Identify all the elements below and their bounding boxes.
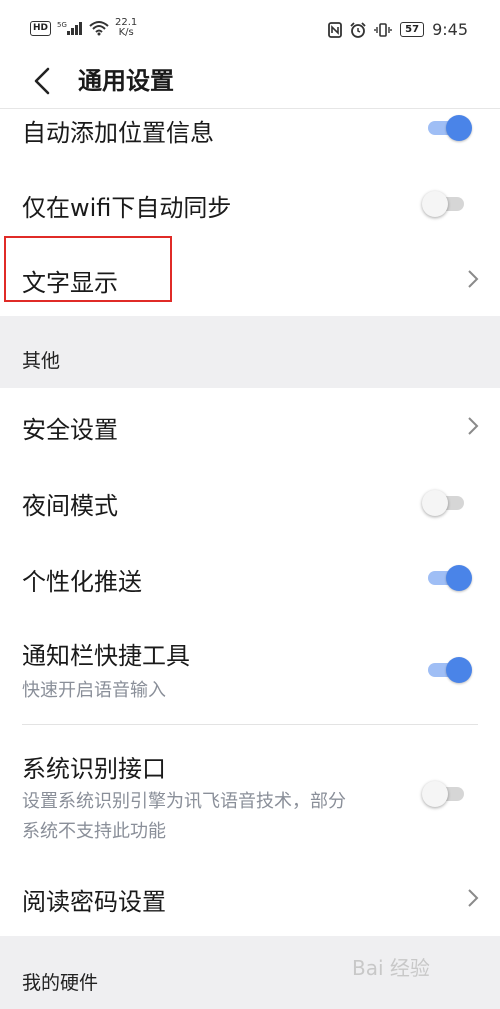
toggle-knob: [422, 490, 448, 516]
back-arrow-icon[interactable]: [28, 64, 58, 98]
location-toggle[interactable]: [428, 115, 472, 141]
clock: 9:45: [432, 20, 468, 39]
section-other: 其他: [0, 316, 500, 388]
page-title: 通用设置: [78, 67, 174, 95]
section-title: 我的硬件: [22, 972, 99, 994]
speed-unit: K/s: [118, 27, 134, 38]
status-left: HD 5G 22.1 K/s: [30, 18, 137, 38]
vibrate-icon: [374, 22, 392, 37]
toggle-knob: [446, 115, 472, 141]
wifi-icon: [89, 21, 109, 36]
section-title: 其他: [22, 350, 61, 372]
signal-label: 5G: [57, 21, 67, 29]
setting-label: 个性化推送: [22, 568, 142, 596]
chevron-right-icon: [468, 270, 479, 288]
watermark-text: Bai 经验: [352, 956, 430, 980]
status-right: 57 9:45: [328, 20, 468, 39]
nfc-icon: [328, 21, 343, 38]
toggle-knob: [446, 565, 472, 591]
setting-personalized-push[interactable]: 个性化推送: [0, 540, 500, 616]
toggle-knob: [422, 191, 448, 217]
watermark: Bai 经验: [352, 952, 492, 1002]
toggle-knob: [422, 781, 448, 807]
highlight-box: [4, 236, 172, 302]
setting-reading-password[interactable]: 阅读密码设置: [0, 860, 500, 936]
push-toggle[interactable]: [428, 565, 472, 591]
cellular-signal-icon: 5G: [57, 21, 83, 35]
alarm-icon: [350, 21, 366, 38]
app-header: 通用设置: [0, 56, 500, 109]
notification-tools-toggle[interactable]: [428, 657, 472, 683]
hd-badge: HD: [30, 20, 52, 36]
battery-level: 57: [400, 22, 425, 37]
chevron-right-icon: [468, 417, 479, 435]
setting-label: 阅读密码设置: [22, 888, 166, 916]
system-recognition-toggle[interactable]: [422, 781, 464, 807]
setting-night-mode[interactable]: 夜间模式: [0, 464, 500, 540]
setting-wifi-sync[interactable]: 仅在wifi下自动同步: [0, 170, 500, 236]
setting-system-recognition[interactable]: 系统识别接口 设置系统识别引擎为讯飞语音技术，部分系统不支持此功能: [0, 725, 500, 857]
status-bar: HD 5G 22.1 K/s 57 9:45: [0, 0, 500, 56]
setting-label: 系统识别接口: [22, 755, 166, 783]
wifi-sync-toggle[interactable]: [422, 191, 464, 217]
setting-security[interactable]: 安全设置: [0, 388, 500, 464]
setting-label: 自动添加位置信息: [22, 119, 214, 147]
night-mode-toggle[interactable]: [422, 490, 464, 516]
setting-label: 通知栏快捷工具: [22, 642, 190, 670]
setting-label: 安全设置: [22, 416, 118, 444]
setting-label: 仅在wifi下自动同步: [22, 194, 232, 222]
setting-label: 夜间模式: [22, 492, 118, 520]
setting-notification-tools[interactable]: 通知栏快捷工具 快速开启语音输入: [0, 616, 500, 724]
setting-description: 设置系统识别引擎为讯飞语音技术，部分系统不支持此功能: [22, 791, 346, 842]
network-speed: 22.1 K/s: [115, 18, 137, 38]
toggle-knob: [446, 657, 472, 683]
chevron-right-icon: [468, 889, 479, 907]
setting-auto-location[interactable]: 自动添加位置信息: [0, 109, 500, 154]
setting-description: 快速开启语音输入: [22, 680, 166, 701]
